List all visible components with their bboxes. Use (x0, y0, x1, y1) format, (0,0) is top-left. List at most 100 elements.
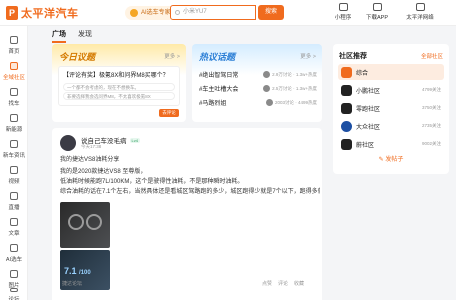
sidebar-item-video[interactable]: 视频 (0, 166, 28, 185)
hot-topic-name: #绝出智驾日常 (199, 73, 239, 79)
go-comment-button[interactable]: 去评论 (159, 109, 179, 117)
search-icon (175, 10, 180, 15)
sidebar-item-label: AI选车 (5, 257, 23, 263)
sidebar-item-label: 直播 (8, 205, 20, 211)
community-title: 社区推荐 (339, 53, 367, 60)
vote-option[interactable]: 一个都不会考虑的，现在不想换车。 (63, 83, 175, 91)
xpeng-logo-icon (341, 84, 352, 96)
logo-text: 太平洋汽车 (21, 8, 79, 20)
feed-tabs: 广场 发现 (52, 29, 104, 43)
mini-program-link[interactable]: 小程序 (328, 3, 358, 21)
post-body-line: 综合油耗的话在7.1个左右，当然具体还是看城区驾路跑的多少，城区跑得少就是7个以… (60, 189, 320, 195)
hot-topic-stats: 2.9万讨论 · 1.3w+热度 (272, 71, 317, 77)
like-button[interactable]: 点赞 (262, 280, 272, 287)
phone-icon (372, 3, 382, 11)
avatar (263, 85, 271, 92)
today-topic-more-link[interactable]: 更多 > (164, 52, 180, 60)
post-title[interactable]: 我的捷达VS8油耗分享 (60, 154, 320, 163)
favorite-button[interactable]: 收藏 (294, 280, 304, 287)
search-button[interactable]: 搜索 (258, 5, 284, 20)
live-icon (10, 192, 18, 200)
ai-car-expert-badge[interactable]: AI选车专家 (125, 6, 176, 20)
mini-program-label: 小程序 (334, 15, 352, 21)
tab-plaza[interactable]: 广场 (52, 29, 66, 43)
avatar (263, 71, 271, 78)
left-sidebar: 首页 全域社区 找车 新能源 新车资讯 视频 直播 文章 AI选车 图片 论坛 (0, 26, 28, 300)
leapmotor-logo-icon (341, 102, 352, 114)
forum-icon (10, 288, 18, 292)
hot-topic-name: #车主吐槽大会 (199, 87, 239, 93)
network-link[interactable]: 太平洋网络 (400, 3, 440, 21)
mini-program-icon (338, 3, 348, 11)
download-app-label: 下载APP (365, 15, 388, 21)
post-image-dashboard[interactable] (60, 202, 110, 248)
hot-topics-title: 热议话题 (199, 52, 236, 62)
sidebar-item-find-car[interactable]: 找车 (0, 88, 28, 107)
community-name: 小鹏社区 (356, 88, 381, 95)
community-item[interactable]: 蔚社区 9002关注 (338, 136, 444, 152)
vote-option[interactable]: 非要选择我会选问界M8，不太喜欢极氪8X (63, 92, 175, 100)
sidebar-item-live[interactable]: 直播 (0, 192, 28, 211)
post-forum-tag[interactable]: 捷达论坛 (62, 280, 82, 287)
hot-topics-card: 热议话题 更多 > #绝出智驾日常 2.9万讨论 · 1.3w+热度 #车主吐槽… (192, 44, 322, 122)
sidebar-item-label: 全域社区 (2, 75, 25, 81)
hot-topic-item[interactable]: #车主吐槽大会 2.5万讨论 · 1.3w+热度 (199, 84, 317, 93)
hot-topics-more-link[interactable]: 更多 > (300, 52, 316, 60)
grid-icon (415, 3, 425, 11)
ai-icon (130, 9, 138, 17)
hot-topic-meta: 2.9万讨论 · 1.3w+热度 (263, 71, 317, 78)
download-app-link[interactable]: 下载APP (362, 3, 392, 21)
post-body-line: 我的是2020款捷达VS8 至尊版， (60, 169, 147, 175)
community-name: 蔚社区 (356, 142, 375, 149)
sidebar-item-new-energy[interactable]: 新能源 (0, 114, 28, 133)
sidebar-item-forum[interactable]: 论坛 (0, 288, 28, 300)
consumption-unit: /100 (79, 270, 91, 276)
car-icon (10, 88, 18, 96)
community-item[interactable]: 大众社区 2735关注 (338, 118, 444, 134)
sidebar-item-label: 首页 (8, 49, 20, 55)
community-logo-icon (341, 66, 352, 78)
sidebar-item-image[interactable]: 图片 (0, 270, 28, 289)
sidebar-item-community[interactable]: 全域社区 (0, 62, 28, 81)
news-icon (10, 140, 18, 148)
sidebar-item-home[interactable]: 首页 (0, 36, 28, 55)
sidebar-item-label: 找车 (8, 101, 20, 107)
hot-topic-item[interactable]: #绝出智驾日常 2.9万讨论 · 1.3w+热度 (199, 70, 317, 79)
top-header: P 太平洋汽车 AI选车专家 小米YU7 搜索 小程序 下载APP 太平洋网络 (0, 0, 456, 26)
comment-button[interactable]: 评论 (278, 280, 288, 287)
search-input[interactable]: 小米YU7 (170, 5, 256, 20)
post-button[interactable]: ✎ 发帖子 (333, 152, 449, 168)
sidebar-item-news[interactable]: 新车资讯 (0, 140, 28, 159)
community-item[interactable]: 综合 (338, 64, 444, 80)
tab-discover[interactable]: 发现 (78, 29, 92, 43)
community-item[interactable]: 小鹏社区 4799关注 (338, 82, 444, 98)
community-icon (10, 62, 18, 70)
consumption-number: 7.1 (64, 266, 77, 276)
community-name: 大众社区 (356, 124, 381, 131)
hot-topic-name: #马路烈姐 (199, 101, 227, 107)
sidebar-item-article[interactable]: 文章 (0, 218, 28, 237)
article-icon (10, 218, 18, 226)
sidebar-item-ai[interactable]: AI选车 (0, 244, 28, 263)
search-placeholder: 小米YU7 (183, 9, 207, 15)
sidebar-item-label: 文章 (8, 231, 20, 237)
all-communities-link[interactable]: 全部社区 (421, 52, 443, 60)
hot-topic-meta: 2.5万讨论 · 1.3w+热度 (263, 85, 317, 92)
post-date: 今天17:38 (81, 144, 102, 149)
home-icon (10, 36, 18, 44)
hot-topic-stats: 2.5万讨论 · 1.3w+热度 (272, 85, 317, 91)
community-follow-count: 3750关注 (421, 105, 441, 110)
community-follow-count: 9002关注 (421, 141, 441, 146)
avatar[interactable] (60, 135, 76, 151)
avatar (265, 99, 273, 106)
network-label: 太平洋网络 (406, 15, 434, 21)
site-logo[interactable]: P 太平洋汽车 (6, 5, 79, 21)
today-topic-question-box[interactable]: 【评论有奖】极氪8X和问界M8买哪个？ 一个都不会考虑的，现在不想换车。 非要选… (58, 66, 180, 106)
community-item[interactable]: 零跑社区 3750关注 (338, 100, 444, 116)
hot-topic-meta: 2003讨论 · 4499热度 (265, 99, 317, 106)
hot-topic-stats: 2003讨论 · 4499热度 (274, 99, 317, 105)
video-icon (10, 166, 18, 174)
hot-topic-item[interactable]: #马路烈姐 2003讨论 · 4499热度 (199, 98, 317, 107)
sidebar-item-label: 视频 (8, 179, 20, 185)
ai-badge-label: AI选车专家 (141, 10, 171, 16)
